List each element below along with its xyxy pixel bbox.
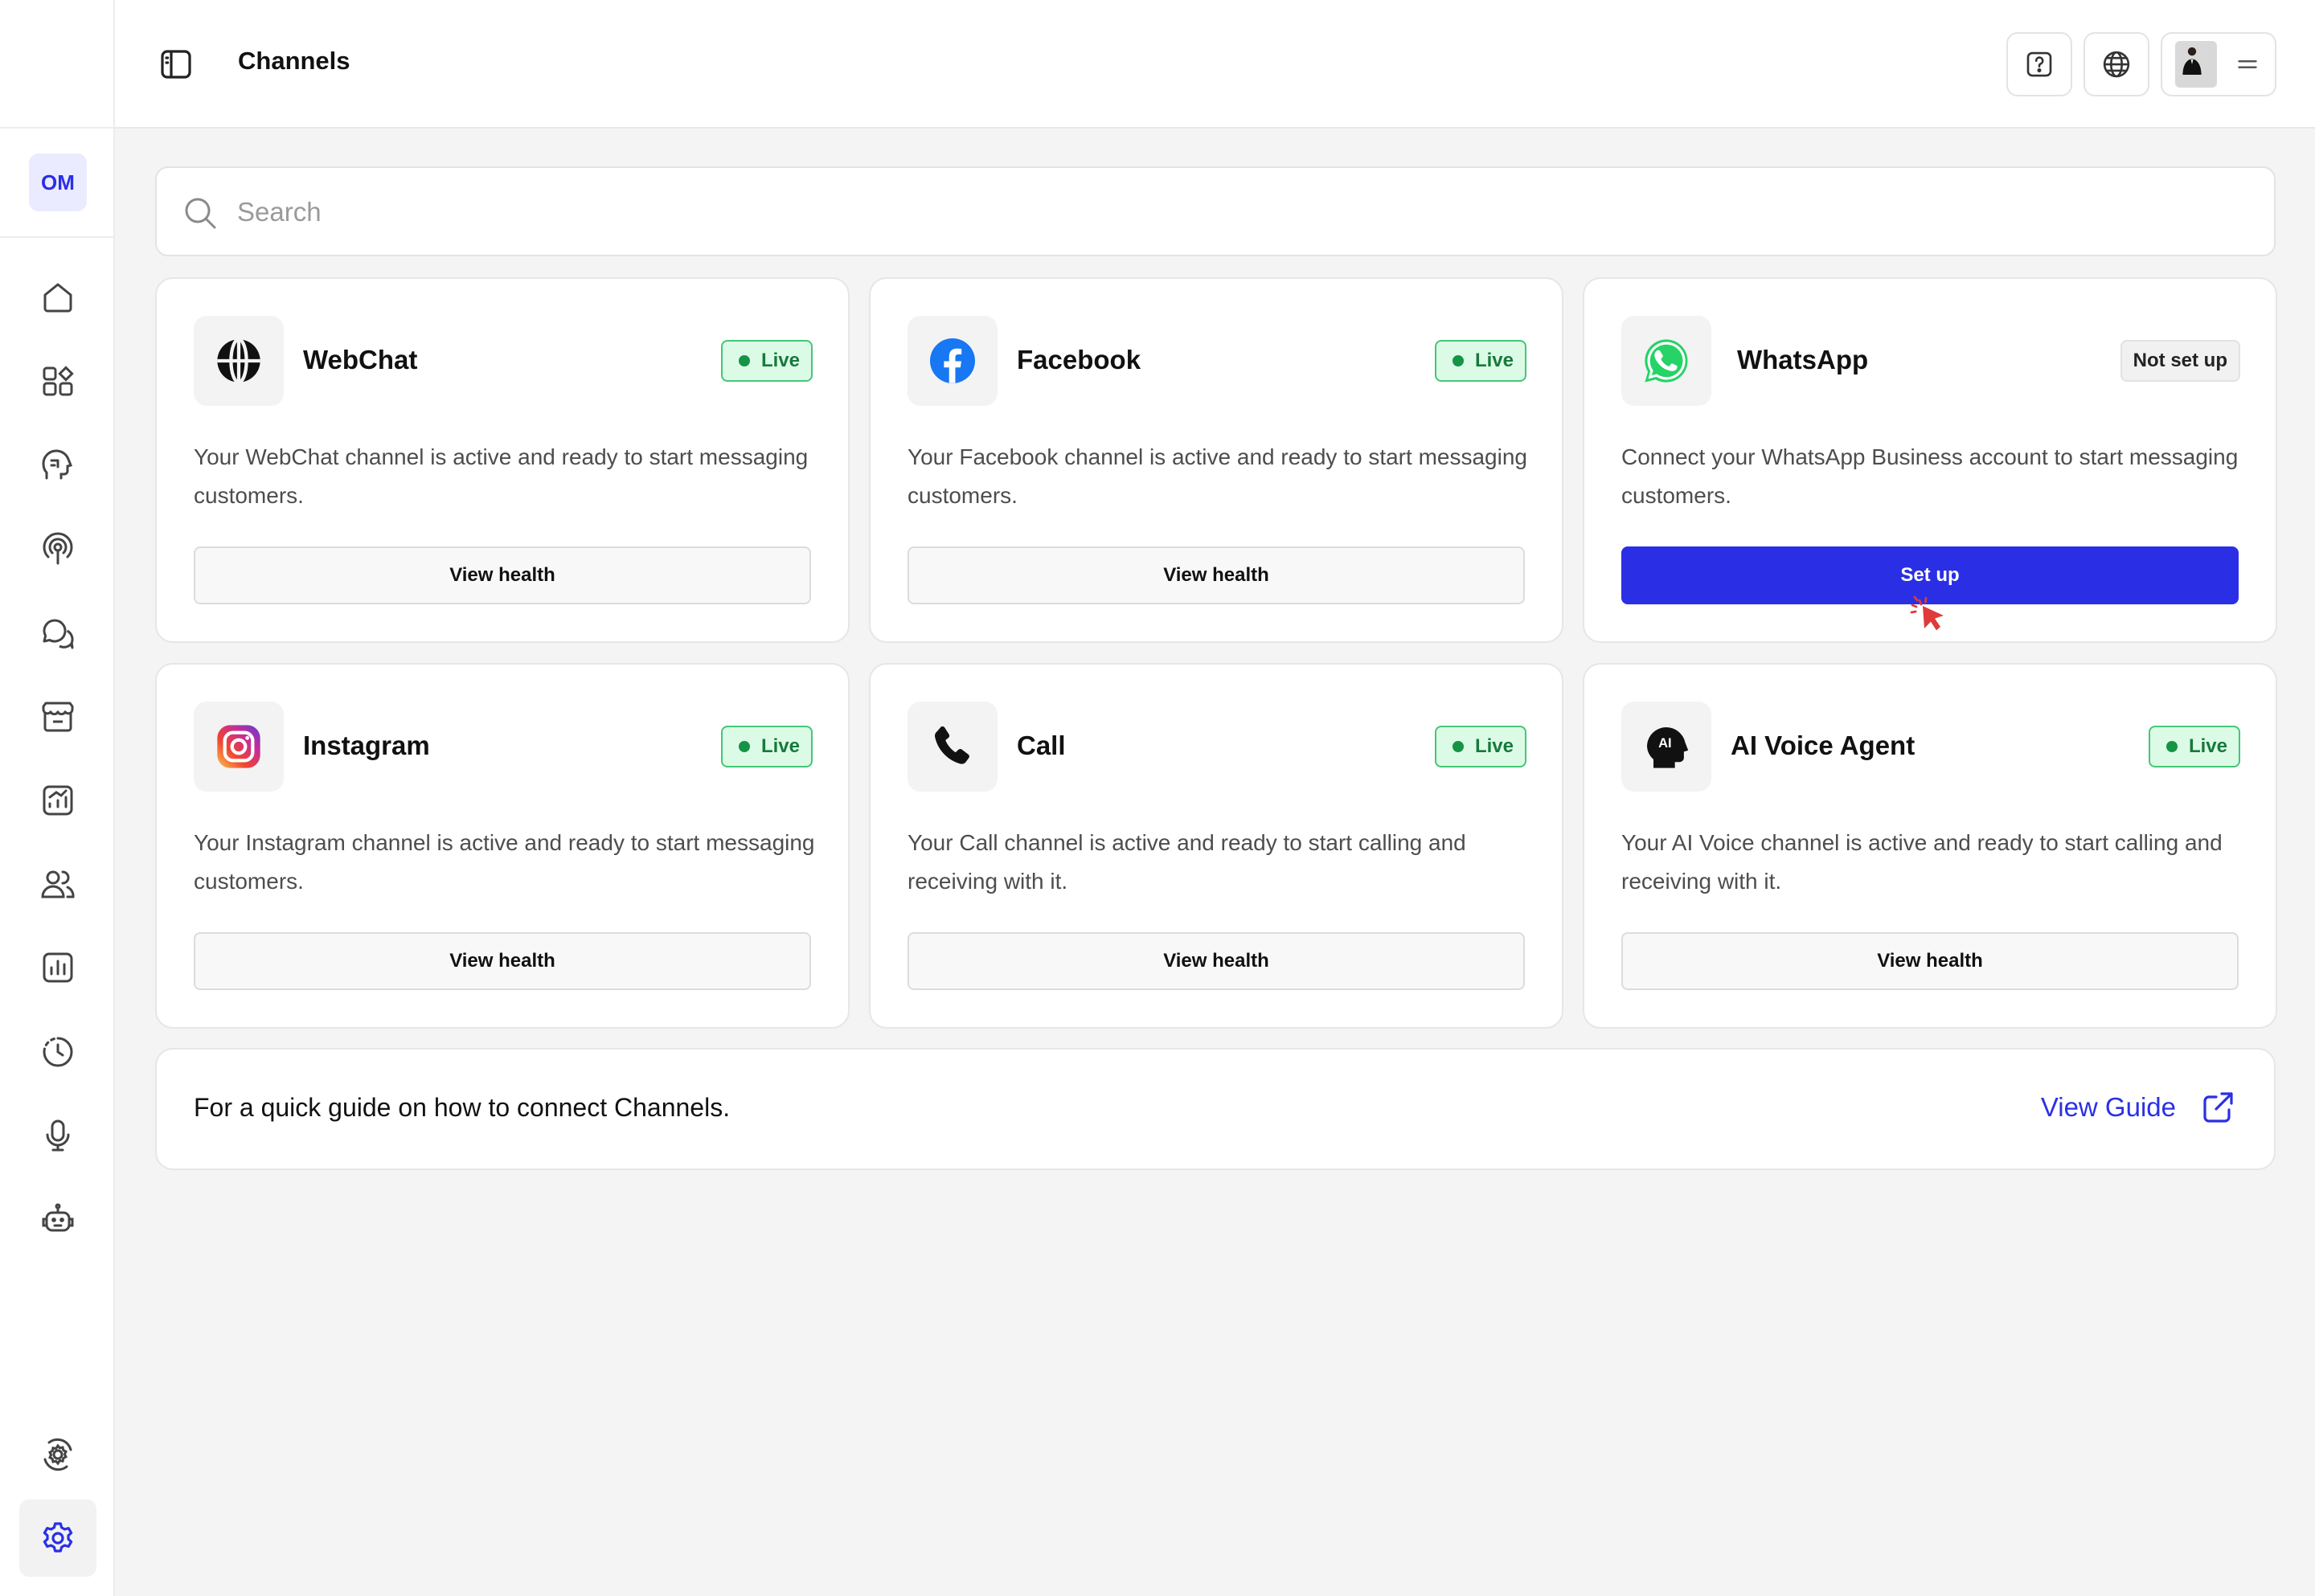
channel-description: Your Instagram channel is active and rea… bbox=[194, 830, 815, 894]
channel-name: Instagram bbox=[303, 730, 430, 760]
sidebar: OM bbox=[0, 0, 115, 1596]
analytics-up-icon[interactable] bbox=[29, 771, 87, 829]
channel-description: Your WebChat channel is active and ready… bbox=[194, 444, 809, 508]
chat-bubbles-icon[interactable] bbox=[29, 604, 87, 662]
profile-menu-button[interactable] bbox=[2161, 32, 2276, 96]
channel-description: Your Facebook channel is active and read… bbox=[908, 444, 1527, 508]
channel-card-ai-voice-agent: AI AI Voice Agent Live Your AI Voice cha… bbox=[1583, 663, 2277, 1029]
menu-icon bbox=[2238, 60, 2257, 68]
help-icon bbox=[2026, 51, 2052, 77]
bar-chart-icon[interactable] bbox=[29, 939, 87, 996]
sidebar-divider bbox=[0, 236, 113, 238]
apps-icon[interactable] bbox=[29, 353, 87, 411]
instagram-logo bbox=[194, 702, 284, 792]
settings-gear-icon[interactable] bbox=[19, 1500, 96, 1577]
status-badge: Live bbox=[1434, 340, 1526, 382]
instagram-icon bbox=[217, 725, 260, 768]
channel-card-call: Call Live Your Call channel is active an… bbox=[869, 663, 1563, 1029]
call-logo bbox=[908, 702, 998, 792]
help-button[interactable] bbox=[2006, 32, 2072, 96]
page-title: Channels bbox=[238, 47, 350, 75]
view-health-button[interactable]: View health bbox=[194, 546, 811, 604]
channel-name: WebChat bbox=[303, 345, 418, 374]
svg-text:AI: AI bbox=[1658, 735, 1672, 751]
status-badge: Live bbox=[2148, 726, 2240, 767]
view-health-button[interactable]: View health bbox=[1621, 932, 2239, 990]
channel-card-facebook: Facebook Live Your Facebook channel is a… bbox=[869, 277, 1563, 643]
facebook-logo bbox=[908, 316, 998, 406]
channel-description: Your AI Voice channel is active and read… bbox=[1621, 830, 2223, 894]
brand-area bbox=[0, 0, 113, 129]
channel-description: Connect your WhatsApp Business account t… bbox=[1621, 444, 2239, 508]
view-health-button[interactable]: View health bbox=[194, 932, 811, 990]
guide-banner: For a quick guide on how to connect Chan… bbox=[155, 1048, 2276, 1170]
view-health-button[interactable]: View health bbox=[908, 546, 1525, 604]
microphone-icon[interactable] bbox=[29, 1107, 87, 1164]
channel-name: AI Voice Agent bbox=[1731, 730, 1916, 760]
search-bar[interactable] bbox=[155, 166, 2276, 256]
channel-name: Facebook bbox=[1017, 345, 1141, 374]
top-header: Channels bbox=[115, 0, 2315, 129]
phone-icon bbox=[934, 726, 969, 764]
avatar bbox=[2175, 41, 2217, 88]
channel-name: Call bbox=[1017, 730, 1066, 760]
channel-card-webchat: WebChat Live Your WebChat channel is act… bbox=[155, 277, 850, 643]
home-icon[interactable] bbox=[29, 268, 87, 326]
channel-card-whatsapp: WhatsApp Not set up Connect your WhatsAp… bbox=[1583, 277, 2277, 643]
view-guide-label: View Guide bbox=[2040, 1092, 2176, 1122]
language-button[interactable] bbox=[2084, 32, 2149, 96]
search-input[interactable] bbox=[237, 187, 2231, 237]
contacts-icon[interactable] bbox=[29, 855, 87, 913]
broadcast-icon[interactable] bbox=[29, 520, 87, 578]
status-badge: Live bbox=[1434, 726, 1526, 767]
search-icon bbox=[185, 198, 216, 229]
channel-description: Your Call channel is active and ready to… bbox=[908, 830, 1466, 894]
channel-card-instagram: Instagram Live Your Instagram channel is… bbox=[155, 663, 850, 1029]
whatsapp-icon bbox=[1645, 339, 1688, 383]
workspace-badge[interactable]: OM bbox=[29, 153, 87, 211]
status-badge: Live bbox=[720, 340, 813, 382]
view-health-button[interactable]: View health bbox=[908, 932, 1525, 990]
globe-icon bbox=[2103, 51, 2130, 78]
view-guide-link[interactable]: View Guide bbox=[2041, 1088, 2237, 1127]
guide-text: For a quick guide on how to connect Chan… bbox=[194, 1093, 731, 1122]
ai-voice-logo: AI bbox=[1621, 702, 1711, 792]
external-link-icon bbox=[2203, 1092, 2233, 1123]
ai-head-icon[interactable] bbox=[29, 436, 87, 494]
integrations-gear-icon[interactable] bbox=[29, 1426, 87, 1483]
channel-name: WhatsApp bbox=[1737, 345, 1869, 374]
click-cursor-icon bbox=[1910, 595, 1944, 631]
store-icon[interactable] bbox=[29, 688, 87, 746]
sidebar-toggle-icon[interactable] bbox=[157, 45, 195, 84]
history-icon[interactable] bbox=[29, 1023, 87, 1081]
webchat-logo bbox=[194, 316, 284, 406]
globe-icon bbox=[217, 338, 260, 384]
bot-icon[interactable] bbox=[29, 1190, 87, 1248]
ai-voice-icon: AI bbox=[1647, 727, 1689, 768]
status-badge: Not set up bbox=[2120, 340, 2240, 382]
whatsapp-logo bbox=[1621, 316, 1711, 406]
facebook-icon bbox=[930, 338, 975, 383]
status-badge: Live bbox=[720, 726, 813, 767]
